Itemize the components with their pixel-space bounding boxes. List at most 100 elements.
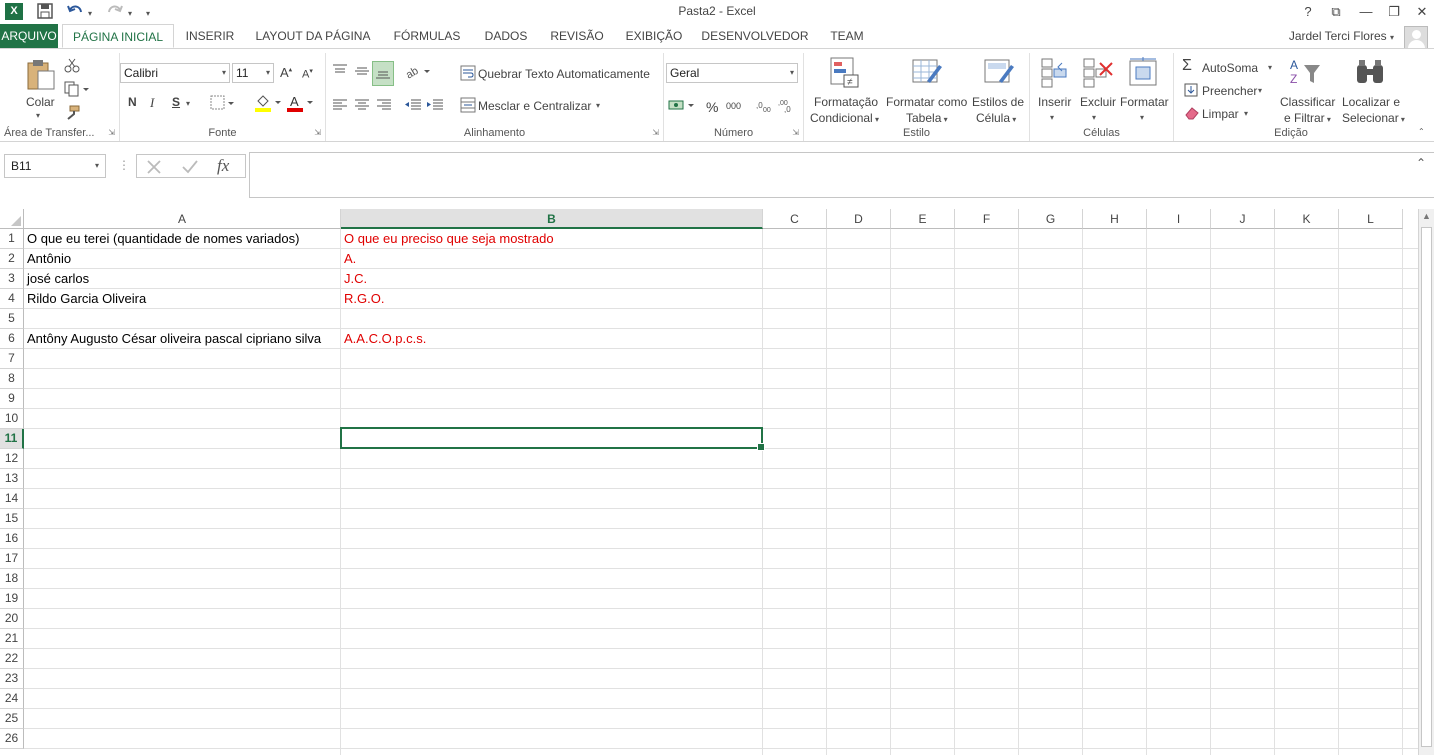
row-header-21[interactable]: 21	[0, 629, 24, 649]
fill-dropdown-icon[interactable]: ▾	[1258, 86, 1262, 95]
align-middle-icon[interactable]	[354, 63, 370, 82]
row-header-15[interactable]: 15	[0, 509, 24, 529]
name-box[interactable]: B11 ▾	[4, 154, 106, 178]
tab-arquivo[interactable]: ARQUIVO	[0, 24, 58, 48]
align-center-icon[interactable]	[354, 97, 370, 116]
conditional-formatting-button-line2[interactable]: Condicional ▾	[810, 111, 879, 125]
row-header-12[interactable]: 12	[0, 449, 24, 469]
row-header-17[interactable]: 17	[0, 549, 24, 569]
confirm-entry-icon[interactable]	[181, 158, 199, 179]
row-header-24[interactable]: 24	[0, 689, 24, 709]
cut-icon[interactable]	[64, 57, 80, 76]
row-header-22[interactable]: 22	[0, 649, 24, 669]
row-header-4[interactable]: 4	[0, 289, 24, 309]
row-header-11[interactable]: 11	[0, 429, 24, 449]
sort-filter-button-line2[interactable]: e Filtrar ▾	[1284, 111, 1331, 125]
format-painter-icon[interactable]	[64, 105, 80, 124]
cell-b6[interactable]: A.A.C.O.p.c.s.	[341, 329, 426, 349]
font-name-combo[interactable]: Calibri ▾	[120, 63, 230, 83]
alignment-launcher-icon[interactable]: ⇲	[652, 128, 659, 137]
paste-button[interactable]: Colar	[26, 95, 55, 109]
row-header-25[interactable]: 25	[0, 709, 24, 729]
row-header-2[interactable]: 2	[0, 249, 24, 269]
cell-a4[interactable]: Rildo Garcia Oliveira	[24, 289, 146, 309]
column-header-f[interactable]: F	[955, 209, 1019, 229]
find-select-button-line2[interactable]: Selecionar ▾	[1342, 111, 1405, 125]
increase-font-icon[interactable]: A▴	[280, 65, 292, 80]
tab-dados[interactable]: DADOS	[478, 24, 534, 48]
number-format-combo[interactable]: Geral ▾	[666, 63, 798, 83]
row-header-16[interactable]: 16	[0, 529, 24, 549]
format-as-table-button-line2[interactable]: Tabela ▾	[906, 111, 948, 125]
row-header-10[interactable]: 10	[0, 409, 24, 429]
decrease-font-icon[interactable]: A▾	[302, 67, 313, 81]
cell-a3[interactable]: josé carlos	[24, 269, 89, 289]
column-header-b[interactable]: B	[341, 209, 763, 229]
row-header-5[interactable]: 5	[0, 309, 24, 329]
row-header-9[interactable]: 9	[0, 389, 24, 409]
tab-exibicao[interactable]: EXIBIÇÃO	[620, 24, 688, 48]
clipboard-launcher-icon[interactable]: ⇲	[108, 128, 115, 137]
decrease-indent-icon[interactable]	[404, 97, 422, 116]
cell-a6[interactable]: Antôny Augusto César oliveira pascal cip…	[24, 329, 321, 349]
tab-revisao[interactable]: REVISÃO	[546, 24, 608, 48]
borders-icon[interactable]	[210, 95, 236, 114]
select-all-corner[interactable]	[0, 209, 24, 229]
fill-down-icon[interactable]	[1184, 83, 1198, 100]
merge-center-icon[interactable]	[460, 97, 476, 116]
user-name[interactable]: Jardel Terci Flores ▾	[1289, 24, 1394, 50]
percent-button[interactable]: %	[706, 99, 718, 115]
increase-decimal-icon[interactable]: ,0 00	[756, 97, 774, 116]
align-left-icon[interactable]	[332, 97, 348, 116]
thousands-button[interactable]: 000	[726, 101, 741, 111]
find-select-icon[interactable]	[1354, 57, 1386, 92]
format-cells-icon[interactable]	[1128, 57, 1160, 92]
column-header-e[interactable]: E	[891, 209, 955, 229]
fill-color-icon[interactable]	[254, 93, 284, 116]
tab-layout-da-pagina[interactable]: LAYOUT DA PÁGINA	[250, 24, 376, 48]
autosum-dropdown-icon[interactable]: ▾	[1268, 63, 1272, 72]
row-header-1[interactable]: 1	[0, 229, 24, 249]
row-header-8[interactable]: 8	[0, 369, 24, 389]
close-icon[interactable]: ✕	[1408, 2, 1434, 22]
underline-dropdown-icon[interactable]: ▾	[186, 99, 190, 108]
autosum-button[interactable]: AutoSoma	[1202, 61, 1258, 75]
tab-inserir[interactable]: INSERIR	[180, 24, 240, 48]
avatar[interactable]	[1404, 26, 1428, 50]
wrap-text-icon[interactable]	[460, 65, 476, 84]
column-header-l[interactable]: L	[1339, 209, 1403, 229]
column-header-h[interactable]: H	[1083, 209, 1147, 229]
paste-dropdown-icon[interactable]: ▾	[36, 111, 40, 120]
row-header-26[interactable]: 26	[0, 729, 24, 749]
vertical-scrollbar[interactable]: ▲	[1418, 209, 1434, 755]
cell-styles-button-line2[interactable]: Célula ▾	[976, 111, 1016, 125]
italic-button[interactable]: I	[150, 95, 154, 111]
insert-cells-button[interactable]: Inserir	[1038, 95, 1071, 109]
sort-filter-icon[interactable]: AZ	[1288, 57, 1322, 92]
cell-b1[interactable]: O que eu preciso que seja mostrado	[341, 229, 554, 249]
accounting-format-icon[interactable]	[668, 97, 696, 116]
tab-team[interactable]: TEAM	[822, 24, 872, 48]
row-header-3[interactable]: 3	[0, 269, 24, 289]
paste-icon[interactable]	[24, 57, 58, 94]
column-header-g[interactable]: G	[1019, 209, 1083, 229]
orientation-icon[interactable]: ab	[404, 63, 432, 82]
row-header-18[interactable]: 18	[0, 569, 24, 589]
column-header-a[interactable]: A	[24, 209, 341, 229]
conditional-formatting-icon[interactable]: ≠	[830, 57, 860, 92]
column-header-k[interactable]: K	[1275, 209, 1339, 229]
conditional-formatting-button[interactable]: Formatação	[814, 95, 878, 109]
scrollbar-thumb[interactable]	[1421, 227, 1432, 747]
format-cells-button[interactable]: Formatar	[1120, 95, 1169, 109]
insert-dropdown-icon[interactable]: ▾	[1050, 113, 1054, 122]
align-right-icon[interactable]	[376, 97, 392, 116]
row-header-6[interactable]: 6	[0, 329, 24, 349]
format-as-table-button[interactable]: Formatar como	[886, 95, 967, 109]
clear-dropdown-icon[interactable]: ▾	[1244, 109, 1248, 118]
collapse-ribbon-icon[interactable]: ⌃	[1418, 127, 1425, 136]
cell-styles-button[interactable]: Estilos de	[972, 95, 1024, 109]
merge-dropdown-icon[interactable]: ▾	[596, 101, 600, 110]
insert-cells-icon[interactable]	[1040, 57, 1070, 92]
number-launcher-icon[interactable]: ⇲	[792, 128, 799, 137]
column-header-j[interactable]: J	[1211, 209, 1275, 229]
